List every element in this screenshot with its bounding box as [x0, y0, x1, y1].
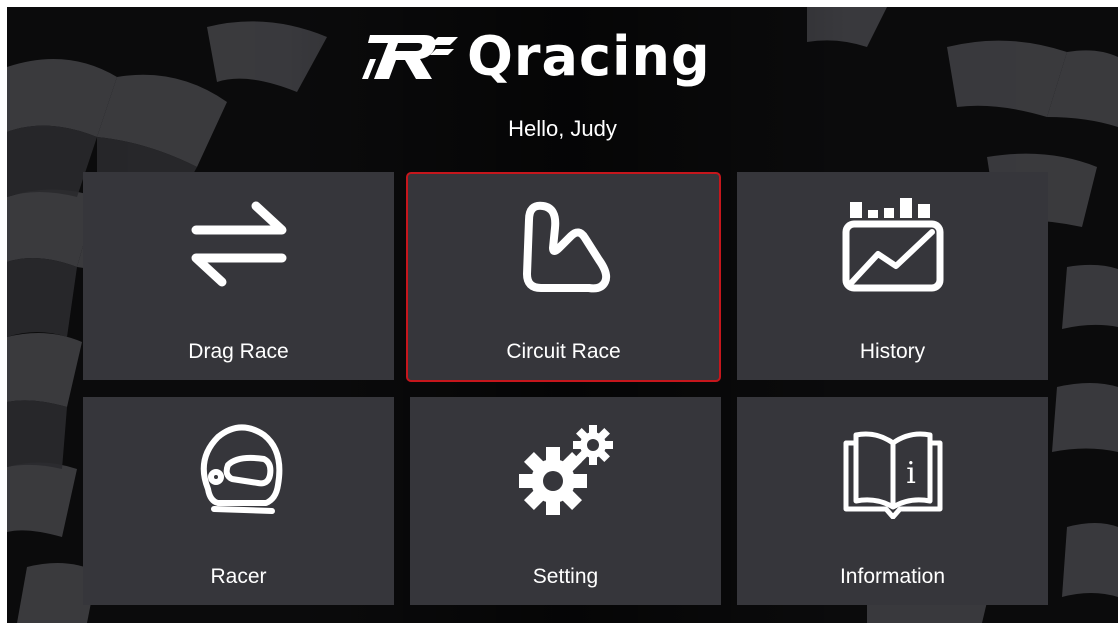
arrows-swap-icon — [191, 201, 286, 287]
history-label: History — [859, 340, 926, 363]
app-screen: Qracing Hello, Judy Drag Race Circuit Ra… — [7, 7, 1118, 623]
setting-tile[interactable]: Setting — [410, 397, 721, 605]
history-tile[interactable]: History — [737, 172, 1048, 380]
racer-tile[interactable]: Racer — [83, 397, 394, 605]
helmet-icon — [200, 424, 282, 514]
racer-label: Racer — [210, 565, 267, 588]
gears-icon — [518, 425, 613, 515]
circuit-race-tile[interactable]: Circuit Race — [406, 172, 721, 382]
information-tile[interactable]: i Information — [737, 397, 1048, 605]
information-label: Information — [839, 565, 946, 588]
race-track-icon — [522, 201, 610, 293]
setting-label: Setting — [532, 565, 599, 588]
logo-text: Qracing — [467, 25, 711, 88]
circuit-race-label: Circuit Race — [506, 340, 621, 363]
greeting-text: Hello, Judy — [508, 116, 617, 141]
info-book-icon: i — [843, 431, 942, 519]
logo-mark-icon — [362, 35, 458, 79]
drag-race-label: Drag Race — [188, 340, 289, 363]
drag-race-tile[interactable]: Drag Race — [83, 172, 394, 380]
svg-text:i: i — [906, 456, 916, 491]
history-chart-icon — [842, 198, 943, 292]
qracing-logo: Qracing — [362, 25, 802, 97]
